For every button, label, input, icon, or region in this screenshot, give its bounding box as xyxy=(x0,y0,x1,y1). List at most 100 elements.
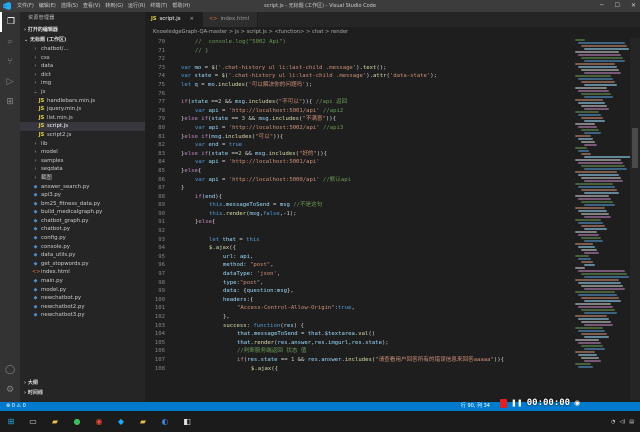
code-line[interactable]: 81}else if(msg.includes("可以")){ xyxy=(145,133,575,142)
code-line[interactable]: 72 xyxy=(145,55,575,64)
timeline-section[interactable]: › 时间线 xyxy=(20,388,145,398)
file-tree-item[interactable]: ◆ chatbot_graph.py xyxy=(20,217,145,226)
file-tree-item[interactable]: JS list.min.js xyxy=(20,114,145,123)
run-debug-icon[interactable]: ▷ xyxy=(0,72,20,92)
file-tree-item[interactable]: › dict xyxy=(20,71,145,80)
file-tree-item[interactable]: ◆ api3.py xyxy=(20,191,145,200)
file-tree-item[interactable]: ◆ newchatbot3.py xyxy=(20,311,145,320)
file-tree-item[interactable]: ◆ get_stopwords.py xyxy=(20,260,145,269)
file-tree-item[interactable]: ◆ answer_search.py xyxy=(20,183,145,192)
code-line[interactable]: 96 method: "post", xyxy=(145,261,575,270)
file-tree-item[interactable]: ◆ model.py xyxy=(20,286,145,295)
code-line[interactable]: 80 var api = 'http://localhost:5002/api' … xyxy=(145,124,575,133)
code-line[interactable]: 79}else if(state == 3 && msg.includes("不… xyxy=(145,115,575,124)
file-explorer-icon[interactable]: ▰ xyxy=(47,414,63,430)
file-tree-item[interactable]: › model xyxy=(20,148,145,157)
code-line[interactable]: 78 var api = 'http://localhost:5001/api' … xyxy=(145,107,575,116)
code-line[interactable]: 102}, xyxy=(145,313,575,322)
file-tree-item[interactable]: <>index.html xyxy=(20,268,145,277)
file-tree-item[interactable]: ◆ main.py xyxy=(20,277,145,286)
file-tree-item[interactable]: ◆ newchatbot2.py xyxy=(20,303,145,312)
tab-index-html[interactable]: <> index.html xyxy=(203,12,259,27)
code-line[interactable]: 76 xyxy=(145,90,575,99)
code-line[interactable]: 85}else{ xyxy=(145,167,575,176)
app-icon[interactable]: ◧ xyxy=(179,414,195,430)
file-tree-item[interactable]: › seqdata xyxy=(20,165,145,174)
tab-script-js[interactable]: JS script.js × xyxy=(145,12,204,27)
code-editor[interactable]: 70 // console.log("5002 Api") 71 // } 72 73 va… xyxy=(145,38,575,400)
pause-icon[interactable]: ❚❚ xyxy=(511,399,523,407)
folder-taskbar-icon[interactable]: ▰ xyxy=(135,414,151,430)
file-tree-item[interactable]: ◆ bm25_fitness_data.py xyxy=(20,200,145,209)
code-line[interactable]: 92 xyxy=(145,227,575,236)
file-tree-item[interactable]: › css xyxy=(20,54,145,63)
file-tree-item[interactable]: ◆ data_utils.py xyxy=(20,251,145,260)
scrollbar-thumb[interactable] xyxy=(632,128,638,168)
code-line[interactable]: 74 var state = $('.chat-history ul li:las… xyxy=(145,72,575,81)
problems-status[interactable]: ⊗ 0 ⚠ 0 xyxy=(6,402,26,411)
chrome-icon[interactable]: ◉ xyxy=(91,414,107,430)
file-tree-item[interactable]: › data xyxy=(20,62,145,71)
code-line[interactable]: 83}else if(state ==2 && msg.includes("好的… xyxy=(145,150,575,159)
code-line[interactable]: 88 if(end){ xyxy=(145,193,575,202)
file-tree-item[interactable]: JS jquery.min.js xyxy=(20,105,145,114)
code-line[interactable]: 108 $.ajax({ xyxy=(145,365,575,374)
explorer-icon[interactable]: ❐ xyxy=(0,12,20,32)
file-tree-item[interactable]: › 截图 xyxy=(20,174,145,183)
file-tree-item[interactable]: JS script.js xyxy=(20,122,145,131)
file-tree-item[interactable]: ◆ newchatbot.py xyxy=(20,294,145,303)
code-line[interactable]: 86 var api = 'http://localhost:5000/api' … xyxy=(145,176,575,185)
windows-start-icon[interactable]: ⊞ xyxy=(3,414,19,430)
code-line[interactable]: 100 headers:{ xyxy=(145,296,575,305)
code-line[interactable]: 101 "Access-Control-Allow-Origin":true, xyxy=(145,304,575,313)
code-line[interactable]: 82 var end = true xyxy=(145,141,575,150)
file-tree-item[interactable]: ◆ chatbot.py xyxy=(20,225,145,234)
workspace-section[interactable]: ⌄ 无标题 (工作区) xyxy=(20,35,145,45)
record-icon[interactable] xyxy=(500,398,507,408)
code-line[interactable]: 104 that.messageToSend = that.$textarea.v… xyxy=(145,330,575,339)
code-line[interactable]: 95 url: api, xyxy=(145,253,575,262)
maximize-icon[interactable]: ☐ xyxy=(615,0,620,12)
outline-section[interactable]: › 大纲 xyxy=(20,378,145,388)
file-tree-item[interactable]: › lib xyxy=(20,140,145,149)
editor-scrollbar[interactable] xyxy=(630,38,640,400)
code-line[interactable]: 77 if(state ==2 && msg.includes("不可以")){ … xyxy=(145,98,575,107)
code-line[interactable]: 71 // } xyxy=(145,47,575,56)
code-line[interactable]: 89 this.messageToSend = msg //不是这句 xyxy=(145,201,575,210)
file-tree-item[interactable]: ◆ console.py xyxy=(20,243,145,252)
minimap[interactable] xyxy=(575,38,630,400)
code-line[interactable]: 105 that.render(res.answer,res.imgurl,res… xyxy=(145,339,575,348)
code-line[interactable]: 93 let that = this xyxy=(145,236,575,245)
file-tree-item[interactable]: JS handlebars.min.js xyxy=(20,97,145,106)
close-icon[interactable]: ✕ xyxy=(631,0,636,12)
source-control-icon[interactable]: ⑂ xyxy=(0,52,20,72)
file-tree-item[interactable]: ⌄ js xyxy=(20,88,145,97)
edge-icon[interactable]: ◐ xyxy=(157,414,173,430)
code-line[interactable]: 84 var api = 'http://localhost:5001/api' xyxy=(145,158,575,167)
extensions-icon[interactable]: ⊞ xyxy=(0,92,20,112)
file-tree-item[interactable]: JS script2.js xyxy=(20,131,145,140)
code-line[interactable]: 103 success: function(res) { xyxy=(145,322,575,331)
code-line[interactable]: 106 //判断服务端返回 状态 值 xyxy=(145,347,575,356)
file-tree-item[interactable]: ◆ config.py xyxy=(20,234,145,243)
open-editors-section[interactable]: › 打开的编辑器 xyxy=(20,25,145,35)
notification-icon[interactable]: ▤ xyxy=(629,419,634,425)
vscode-taskbar-icon[interactable]: ◆ xyxy=(113,414,129,430)
file-tree-item[interactable]: ◆ build_medicalgraph.py xyxy=(20,208,145,217)
code-line[interactable]: 70 // console.log("5002 Api") xyxy=(145,38,575,47)
file-tree-item[interactable]: › samples xyxy=(20,157,145,166)
tab-close-icon[interactable]: × xyxy=(190,12,195,27)
code-line[interactable]: 97 dataType: 'json', xyxy=(145,270,575,279)
code-line[interactable]: 87} xyxy=(145,184,575,193)
volume-icon[interactable]: ◁) xyxy=(619,419,625,425)
cursor-position[interactable]: 行 90, 列 34 xyxy=(461,402,490,411)
file-tree-item[interactable]: › chatbot/... xyxy=(20,45,145,54)
code-line[interactable]: 98 type:"post", xyxy=(145,279,575,288)
code-line[interactable]: 99 data: {question:msg}, xyxy=(145,287,575,296)
wechat-icon[interactable]: ● xyxy=(69,414,85,430)
code-line[interactable]: 75 let q = mo.includes('可以解决你的问题吗'); xyxy=(145,81,575,90)
network-icon[interactable]: ◔ xyxy=(611,419,615,425)
account-icon[interactable]: ◯ xyxy=(0,360,20,380)
code-line[interactable]: 94 $.ajax({ xyxy=(145,244,575,253)
code-line[interactable]: 91}else{ xyxy=(145,218,575,227)
